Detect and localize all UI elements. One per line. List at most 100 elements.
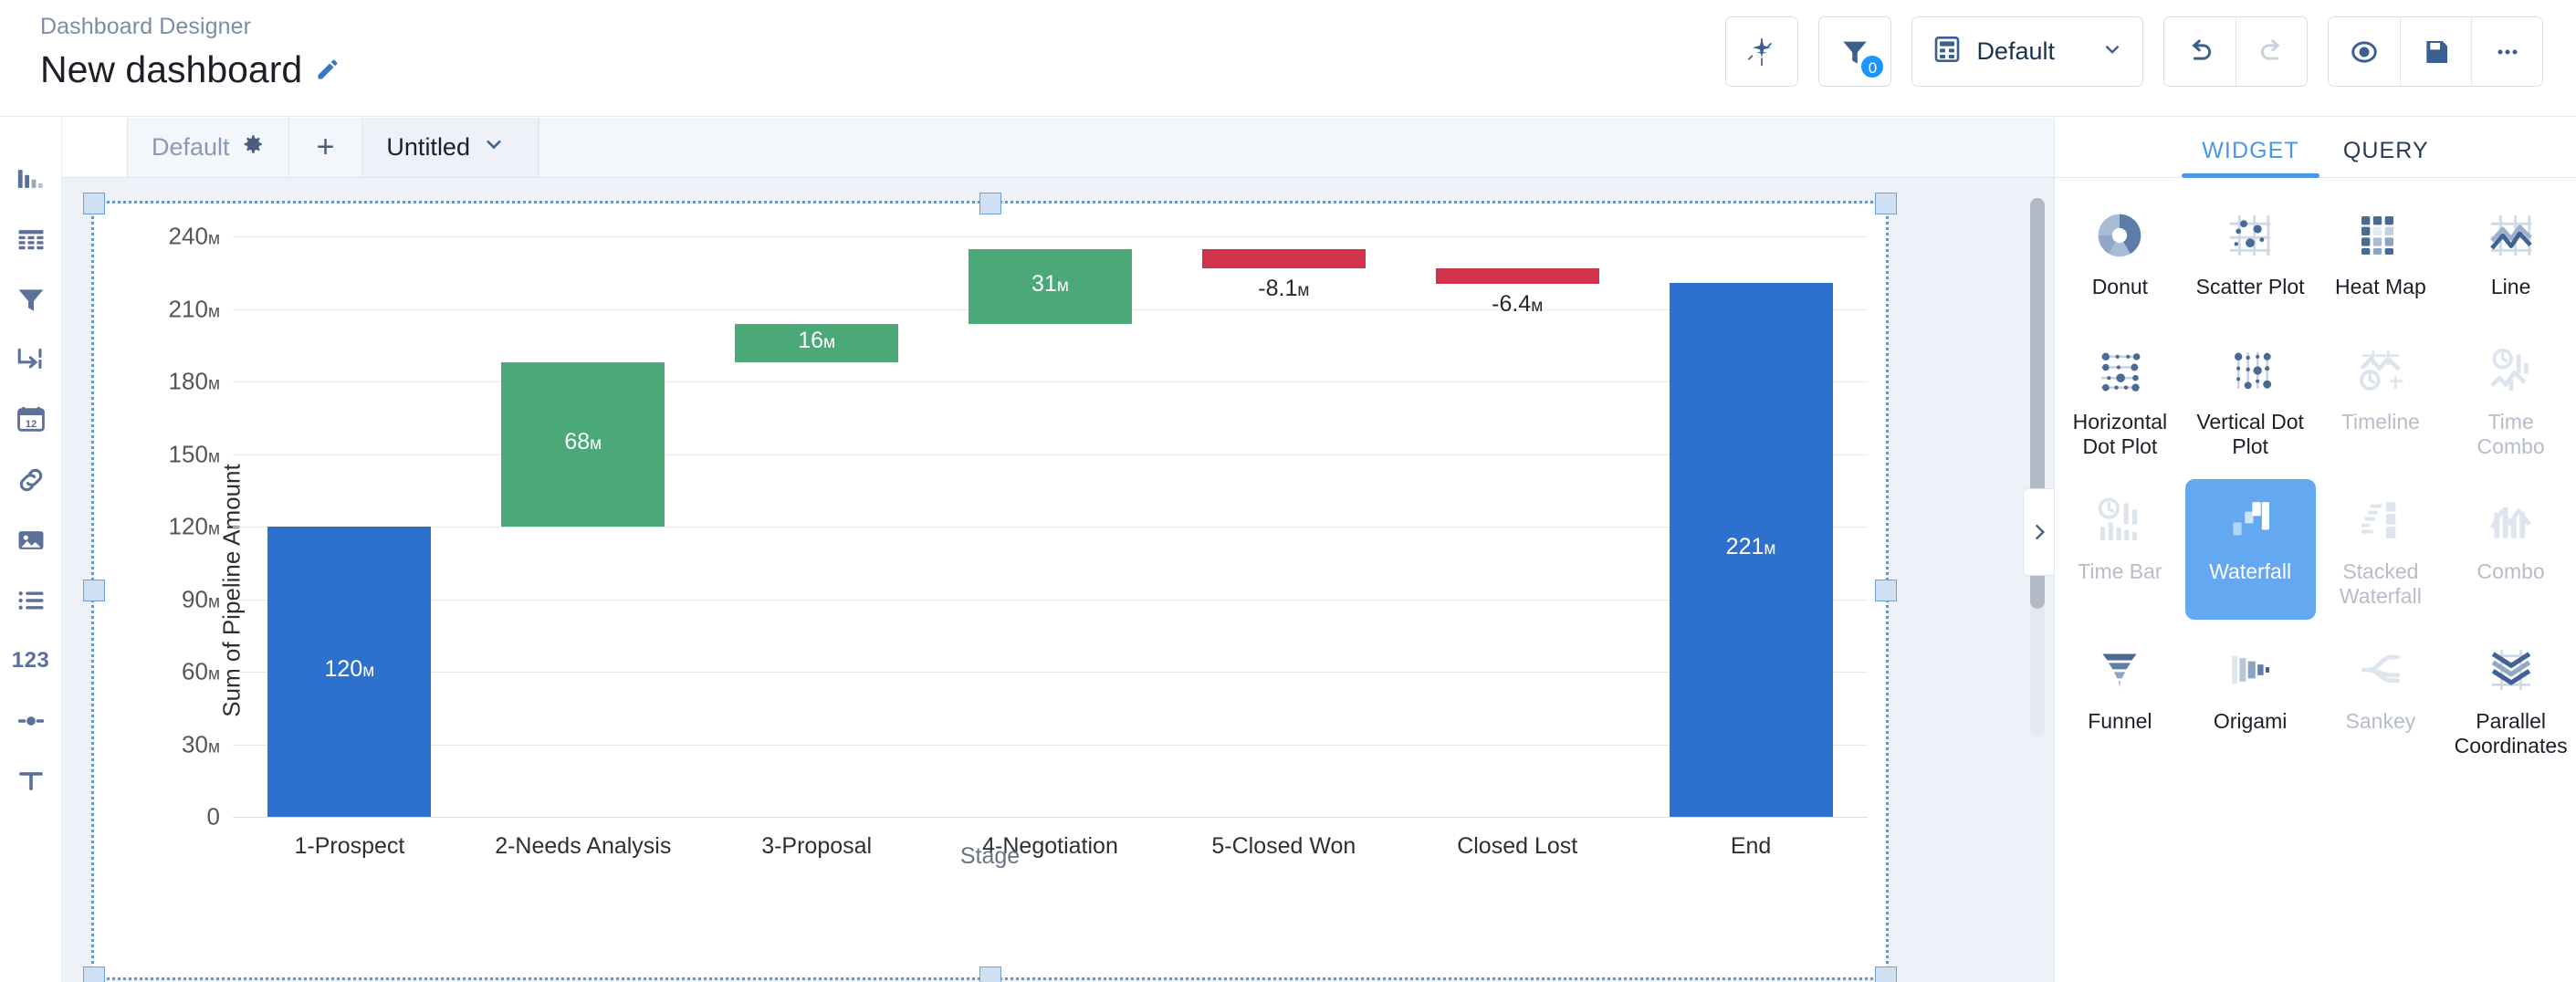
widget-rail: 12 123 xyxy=(0,118,62,982)
resize-handle-bottom-right[interactable] xyxy=(1875,966,1897,982)
chart-x-axis-label: Stage xyxy=(959,843,1021,869)
widget-type-label: Vertical Dot Plot xyxy=(2196,410,2304,458)
save-button[interactable] xyxy=(2400,17,2471,86)
widget-type-parallel-coordinates[interactable]: Parallel Coordinates xyxy=(2445,629,2576,769)
widget-type-vertical-dot-plot[interactable]: Vertical Dot Plot xyxy=(2185,329,2316,470)
widget-type-stacked-waterfall: Stacked Waterfall xyxy=(2316,479,2446,620)
rail-item-text-icon[interactable] xyxy=(0,751,62,811)
dashboard-designer-app: Dashboard Designer New dashboard 0 Defau… xyxy=(0,0,2576,982)
resize-handle-middle-right[interactable] xyxy=(1875,580,1897,601)
chart-bar[interactable] xyxy=(501,362,665,528)
widget-type-label: Combo xyxy=(2477,559,2545,583)
parallel-coordinates-icon xyxy=(2486,642,2537,698)
time-combo-icon xyxy=(2486,342,2537,399)
chart-bar[interactable] xyxy=(1201,248,1366,269)
panel-collapse-toggle[interactable] xyxy=(2023,488,2054,576)
chevron-down-icon[interactable] xyxy=(481,131,507,163)
widget-type-label: Origami xyxy=(2213,709,2288,733)
resize-handle-bottom-center[interactable] xyxy=(979,966,1001,982)
chevron-down-icon xyxy=(2100,37,2124,66)
widget-type-origami[interactable]: Origami xyxy=(2185,629,2316,769)
widget-type-label: Parallel Coordinates xyxy=(2454,709,2568,757)
filter-count-badge: 0 xyxy=(1859,54,1886,79)
rail-item-filter-icon[interactable] xyxy=(0,269,62,329)
rail-item-table-icon[interactable] xyxy=(0,209,62,269)
widget-type-label: Timeline xyxy=(2340,410,2420,434)
chart-bar[interactable] xyxy=(1669,282,1833,817)
chart-y-tick-label: 90м xyxy=(182,585,220,613)
tab-default[interactable]: Default xyxy=(127,118,289,177)
breadcrumb: Dashboard Designer xyxy=(40,14,252,39)
widget-type-horizontal-dot-plot[interactable]: Horizontal Dot Plot xyxy=(2055,329,2185,470)
resize-handle-top-center[interactable] xyxy=(979,193,1001,214)
add-page-button[interactable]: + xyxy=(288,118,363,177)
tabstrip-left-pad xyxy=(62,118,128,177)
actions-group xyxy=(2328,16,2543,87)
widget-type-heat-map[interactable]: Heat Map xyxy=(2316,194,2446,320)
theme-selector[interactable]: Default xyxy=(1911,16,2143,87)
redo-button[interactable] xyxy=(2236,17,2307,86)
rail-item-list-icon[interactable] xyxy=(0,570,62,631)
gear-icon[interactable] xyxy=(241,132,265,162)
more-actions-button[interactable] xyxy=(2471,17,2542,86)
resize-handle-top-left[interactable] xyxy=(83,193,105,214)
dashboard-canvas[interactable]: Sum of Pipeline Amount 0 30м 60м 90м 120м 150… xyxy=(62,178,2054,982)
widget-type-donut[interactable]: Donut xyxy=(2055,194,2185,320)
widget-type-label: Line xyxy=(2490,275,2531,298)
timeline-icon xyxy=(2355,342,2406,399)
rail-item-image-icon[interactable] xyxy=(0,510,62,570)
rail-item-chart-icon[interactable] xyxy=(0,149,62,209)
stacked-waterfall-icon xyxy=(2355,492,2406,548)
waterfall-icon xyxy=(2225,492,2276,548)
chart-y-tick-label: 210м xyxy=(168,295,220,323)
filter-button[interactable]: 0 xyxy=(1819,17,1891,86)
widget-type-label: Stacked Waterfall xyxy=(2339,559,2422,608)
resize-handle-top-right[interactable] xyxy=(1875,193,1897,214)
chart-bar-value-label: -8.1м xyxy=(1258,276,1310,302)
donut-chart-icon xyxy=(2094,207,2145,264)
einstein-button[interactable] xyxy=(1726,17,1798,86)
widget-type-line[interactable]: Line xyxy=(2445,194,2576,320)
funnel-chart-icon xyxy=(2094,642,2145,698)
undo-button[interactable] xyxy=(2164,17,2236,86)
canvas-scrollbar[interactable] xyxy=(2030,198,2045,736)
tab-untitled[interactable]: Untitled xyxy=(361,118,539,177)
filter-group: 0 xyxy=(1818,16,1892,87)
waterfall-widget[interactable]: Sum of Pipeline Amount 0 30м 60м 90м 120м 150… xyxy=(83,193,1897,982)
widget-type-waterfall[interactable]: Waterfall xyxy=(2184,479,2316,620)
rail-item-date-icon[interactable]: 12 xyxy=(0,390,62,450)
widget-type-timeline: Timeline xyxy=(2316,329,2446,470)
heat-map-icon xyxy=(2355,207,2406,264)
origami-chart-icon xyxy=(2225,642,2276,698)
header-title-block: Dashboard Designer New dashboard xyxy=(40,13,340,90)
combo-chart-icon xyxy=(2486,492,2537,548)
chart-bar[interactable] xyxy=(1435,268,1599,285)
chart-bar-value-label: -6.4м xyxy=(1492,291,1544,318)
rail-item-link-selection-icon[interactable] xyxy=(0,329,62,390)
widget-type-label: Horizontal Dot Plot xyxy=(2072,410,2168,458)
chart-bar[interactable] xyxy=(267,527,432,817)
preview-button[interactable] xyxy=(2329,17,2400,86)
widget-type-scatter-plot[interactable]: Scatter Plot xyxy=(2185,194,2316,320)
rail-item-range-icon[interactable] xyxy=(0,691,62,751)
chart-gridline xyxy=(233,672,1868,674)
widget-type-combo: Combo xyxy=(2445,479,2576,620)
chart-bar[interactable] xyxy=(735,323,899,363)
chart-y-tick-label: 30м xyxy=(182,730,220,758)
tab-query[interactable]: QUERY xyxy=(2321,138,2451,177)
widget-type-funnel[interactable]: Funnel xyxy=(2055,629,2185,769)
widget-type-label: Time Combo xyxy=(2477,410,2545,458)
chart-gridline xyxy=(233,527,1868,528)
tab-untitled-label: Untitled xyxy=(386,133,470,161)
pencil-icon[interactable] xyxy=(315,57,340,82)
tab-widget[interactable]: WIDGET xyxy=(2180,138,2321,178)
resize-handle-middle-left[interactable] xyxy=(83,580,105,601)
resize-handle-bottom-left[interactable] xyxy=(83,966,105,982)
line-chart-icon xyxy=(2486,207,2537,264)
vertical-dot-plot-icon xyxy=(2225,342,2276,399)
time-bar-icon xyxy=(2094,492,2145,548)
rail-item-number-icon[interactable]: 123 xyxy=(0,631,62,691)
rail-item-link-icon[interactable] xyxy=(0,450,62,510)
chart-bar[interactable] xyxy=(968,248,1133,324)
chart-y-tick-label: 150м xyxy=(168,440,220,468)
